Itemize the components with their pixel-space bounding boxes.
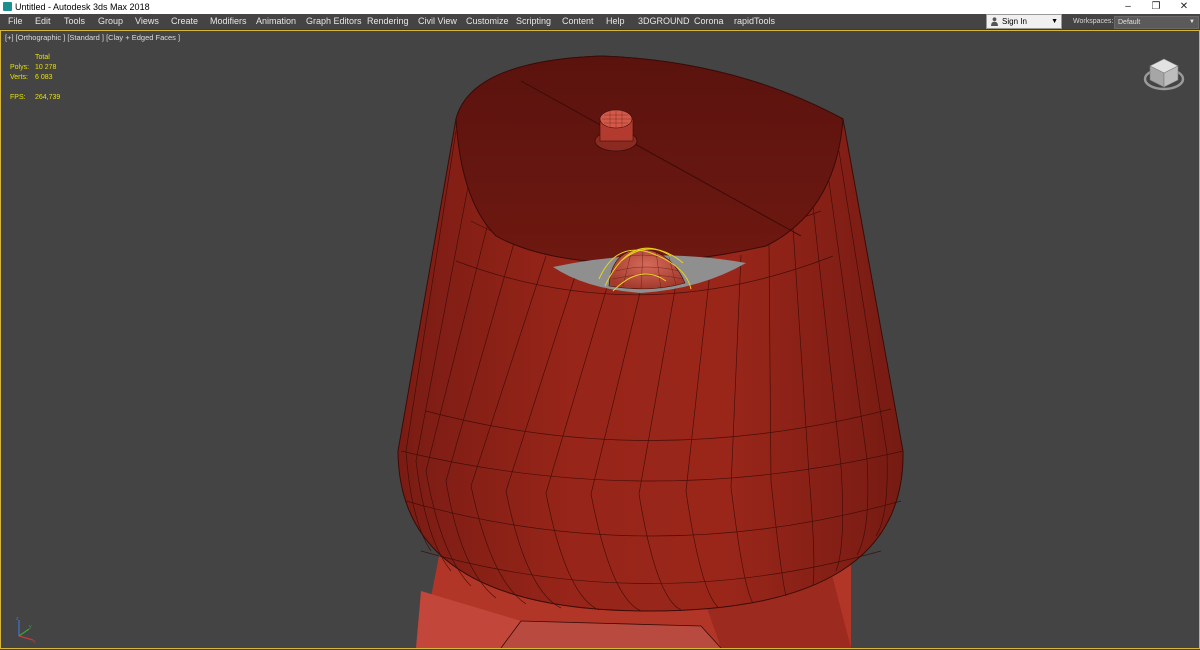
menu-customize[interactable]: Customize [466,14,509,29]
menu-rapidtools[interactable]: rapidTools [734,14,775,29]
menu-graph-editors[interactable]: Graph Editors [306,14,362,29]
menu-civil-view[interactable]: Civil View [418,14,457,29]
menu-modifiers[interactable]: Modifiers [210,14,247,29]
viewcube-icon[interactable] [1142,51,1186,95]
sign-in-dropdown[interactable]: Sign In ▼ [986,14,1062,29]
menu-edit[interactable]: Edit [35,14,51,29]
menu-tools[interactable]: Tools [64,14,85,29]
menu-rendering[interactable]: Rendering [367,14,409,29]
user-icon [991,17,998,26]
workspaces-value: Default [1118,19,1141,26]
chevron-down-icon: ▼ [1189,19,1195,25]
svg-text:y: y [29,624,32,630]
shade-interior[interactable] [455,55,844,264]
menu-content[interactable]: Content [562,14,594,29]
axis-tripod-icon: z x y [16,616,36,644]
stats-verts-value: 6 083 [35,74,53,81]
app-icon[interactable] [3,2,12,11]
menu-help[interactable]: Help [606,14,625,29]
menu-file[interactable]: File [8,14,23,29]
menu-3dground[interactable]: 3DGROUND [638,14,690,29]
chevron-down-icon: ▼ [1051,18,1058,25]
stats-verts-label: Verts: [10,74,28,81]
socket-cap[interactable] [594,109,638,152]
stats-polys-label: Polys: [10,64,30,71]
scene-render[interactable] [1,31,1199,648]
stats-polys-value: 10 278 [35,64,57,71]
viewport-label[interactable]: [+] [Orthographic ] [Standard ] [Clay + … [5,33,180,42]
menu-group[interactable]: Group [98,14,123,29]
workspaces-select[interactable]: Default ▼ [1114,16,1199,29]
title-bar: Untitled - Autodesk 3ds Max 2018 – ❐ ✕ [0,0,1200,14]
menu-scripting[interactable]: Scripting [516,14,551,29]
menu-animation[interactable]: Animation [256,14,296,29]
svg-text:x: x [33,639,36,644]
restore-button[interactable]: ❐ [1142,0,1170,14]
menu-views[interactable]: Views [135,14,159,29]
minimize-button[interactable]: – [1114,0,1142,14]
menu-create[interactable]: Create [171,14,198,29]
perspective-viewport[interactable]: [+] [Orthographic ] [Standard ] [Clay + … [0,30,1200,649]
menu-corona[interactable]: Corona [694,14,724,29]
close-button[interactable]: ✕ [1170,0,1198,14]
window-title: Untitled - Autodesk 3ds Max 2018 [15,2,150,12]
stats-fps-value: 264,739 [35,94,61,101]
stats-header: Total [35,54,50,61]
workspaces-label: Workspaces: [1073,18,1114,25]
sign-in-label: Sign In [1002,17,1027,26]
stats-fps-label: FPS: [10,94,26,101]
